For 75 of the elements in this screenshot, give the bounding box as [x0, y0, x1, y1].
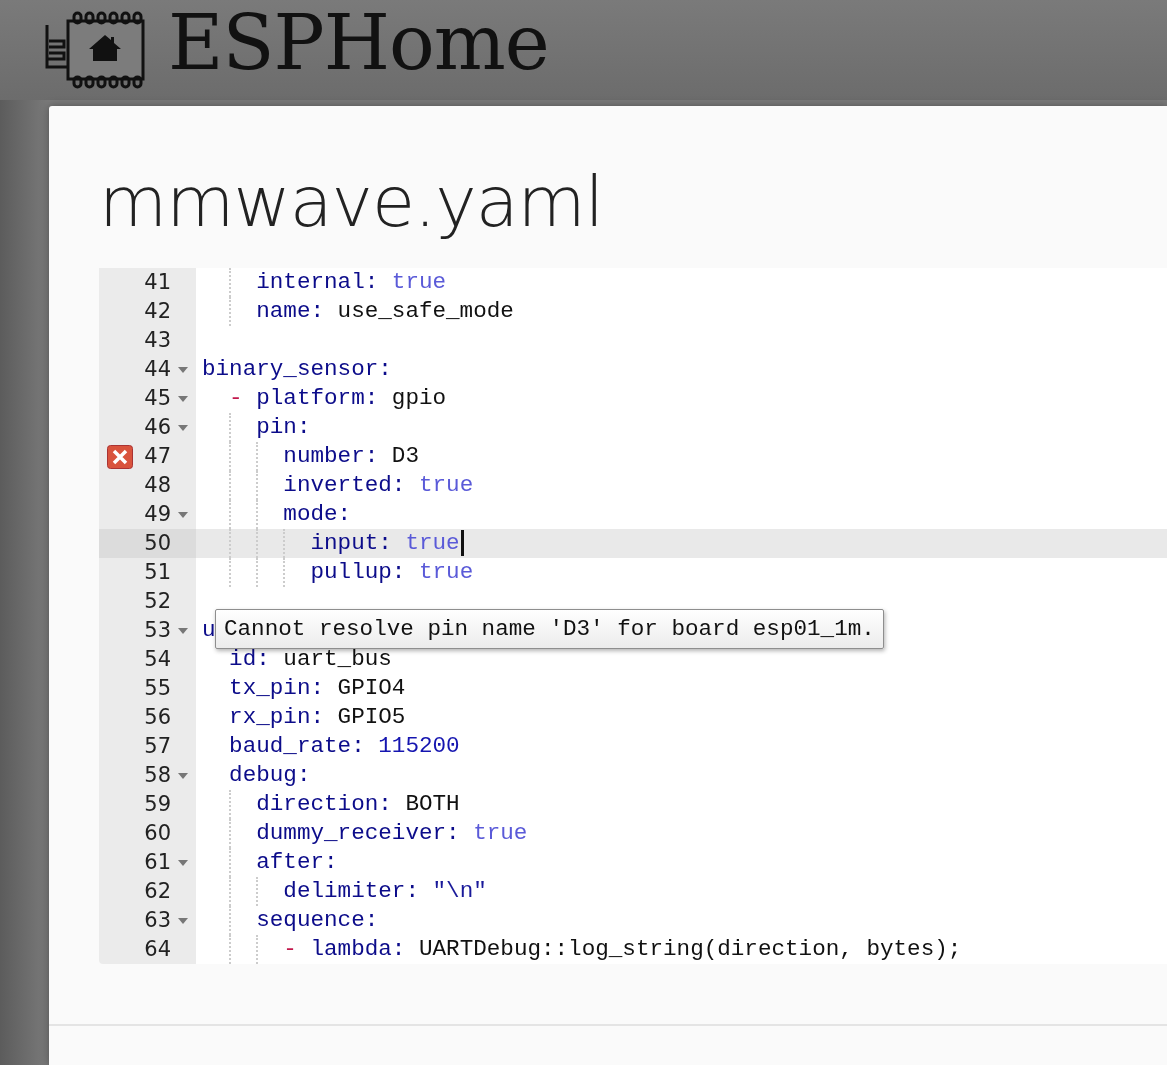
yaml-key: name:	[256, 298, 325, 324]
yaml-value: GPIO4	[337, 675, 406, 701]
line-number: 63	[143, 907, 171, 934]
yaml-key: internal:	[256, 269, 379, 295]
yaml-key: debug:	[229, 762, 311, 788]
yaml-key: lambda:	[310, 936, 406, 962]
yaml-key: after:	[256, 849, 338, 875]
line-number: 60	[143, 820, 171, 847]
fold-caret-icon[interactable]	[178, 512, 188, 518]
yaml-value: UARTDebug::log_string(direction, bytes);	[418, 936, 962, 962]
yaml-key: pullup:	[310, 559, 406, 585]
yaml-value: true	[405, 530, 460, 556]
line-number: 48	[143, 472, 171, 499]
yaml-value: true	[418, 559, 474, 585]
line-number: 43	[143, 327, 171, 354]
yaml-key: dummy_receiver:	[256, 820, 460, 846]
line-number: 51	[143, 559, 171, 586]
yaml-key: number:	[283, 443, 379, 469]
fold-caret-icon[interactable]	[178, 918, 188, 924]
logo-icon	[44, 11, 146, 89]
line-number: 58	[143, 762, 171, 789]
yaml-value: uart_bus	[283, 646, 392, 672]
line-number: 44	[143, 356, 171, 383]
fold-caret-icon[interactable]	[178, 773, 188, 779]
yaml-value: GPIO5	[337, 704, 406, 730]
yaml-value: true	[418, 472, 474, 498]
yaml-value: "\n"	[432, 878, 487, 904]
yaml-key: tx_pin:	[229, 675, 325, 701]
yaml-value: gpio	[391, 385, 447, 411]
yaml-value: D3	[391, 443, 419, 469]
line-number: 54	[143, 646, 171, 673]
yaml-value: use_safe_mode	[337, 298, 514, 324]
yaml-key: binary_sensor:	[202, 356, 392, 382]
yaml-key: platform:	[256, 385, 379, 411]
yaml-key: sequence:	[256, 907, 379, 933]
yaml-value: 115200	[378, 733, 460, 759]
fold-caret-icon[interactable]	[178, 860, 188, 866]
yaml-key: direction:	[256, 791, 392, 817]
list-dash: -	[283, 936, 297, 962]
fold-caret-icon[interactable]	[178, 396, 188, 402]
fold-caret-icon[interactable]	[178, 628, 188, 634]
yaml-key: delimiter:	[283, 878, 419, 904]
yaml-key: mode:	[283, 501, 352, 527]
line-number: 45	[143, 385, 171, 412]
line-number: 47	[143, 443, 171, 470]
fold-caret-icon[interactable]	[178, 425, 188, 431]
line-number: 53	[143, 617, 171, 644]
line-number: 62	[143, 878, 171, 905]
line-number: 52	[143, 588, 171, 615]
yaml-value: true	[391, 269, 447, 295]
yaml-key: id:	[229, 646, 270, 672]
error-tooltip: Cannot resolve pin name 'D3' for board esp01_1m.	[215, 609, 884, 649]
line-number: 57	[143, 733, 171, 760]
line-number: 50	[143, 530, 171, 557]
line-number: 46	[143, 414, 171, 441]
line-number: 56	[143, 704, 171, 731]
list-dash: -	[229, 385, 243, 411]
line-number: 55	[143, 675, 171, 702]
yaml-value: true	[473, 820, 528, 846]
app-title: ESPHome	[168, 5, 549, 81]
file-title: mmwave.yaml	[99, 162, 605, 242]
yaml-key: u	[202, 617, 216, 643]
fold-caret-icon[interactable]	[178, 367, 188, 373]
yaml-key: inverted:	[283, 472, 406, 498]
yaml-key: pin:	[256, 414, 311, 440]
yaml-value: BOTH	[405, 791, 460, 817]
line-number: 61	[143, 849, 171, 876]
line-number: 49	[143, 501, 171, 528]
yaml-key: rx_pin:	[229, 704, 325, 730]
yaml-key: baud_rate:	[229, 733, 365, 759]
line-number: 59	[143, 791, 171, 818]
yaml-key: input:	[310, 530, 392, 556]
line-number: 42	[143, 298, 171, 325]
line-number: 64	[143, 936, 171, 963]
line-number: 41	[143, 269, 171, 296]
